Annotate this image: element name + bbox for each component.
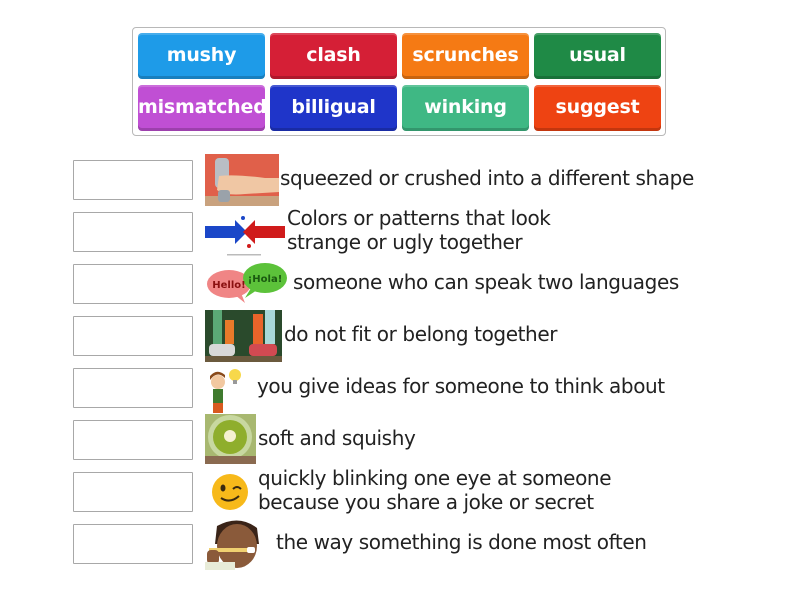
svg-text:Hello!: Hello!: [212, 280, 245, 291]
definition-text: someone who can speak two languages: [293, 270, 679, 294]
answer-drop-box[interactable]: [73, 316, 193, 356]
word-tile-mismatched[interactable]: mismatched: [138, 85, 265, 131]
winking-emoji-image: [209, 472, 251, 512]
answer-drop-box[interactable]: [73, 472, 193, 512]
mismatched-socks-image: [205, 310, 282, 362]
definition-line: because you share a joke or secret: [258, 490, 594, 514]
definition-text: do not fit or belong together: [284, 322, 557, 346]
answer-drop-box[interactable]: [73, 160, 193, 200]
definition-text: soft and squishy: [258, 426, 416, 450]
definition-line: the way something is done most often: [276, 530, 647, 554]
definition-line: quickly blinking one eye at someone: [258, 466, 612, 490]
colliding-color-arrows-image: [205, 206, 285, 258]
child-brushing-teeth-image: [205, 518, 273, 570]
answer-drop-box[interactable]: [73, 420, 193, 460]
definition-text: squeezed or crushed into a different sha…: [280, 166, 694, 190]
answer-drop-box[interactable]: [73, 524, 193, 564]
definition-text: you give ideas for someone to think abou…: [257, 374, 665, 398]
definition-line: Colors or patterns that look: [287, 206, 551, 230]
word-tile-mushy[interactable]: mushy: [138, 33, 265, 79]
definition-text: the way something is done most often: [276, 530, 647, 554]
definition-line: do not fit or belong together: [284, 322, 558, 346]
definition-line: squeezed or crushed into a different sha…: [280, 166, 694, 190]
svg-text:¡Hola!: ¡Hola!: [248, 274, 283, 285]
word-tile-billigual[interactable]: billigual: [270, 85, 397, 131]
answer-drop-box[interactable]: [73, 212, 193, 252]
definition-line: you give ideas for someone to think abou…: [257, 374, 665, 398]
definition-text: Colors or patterns that look strange or …: [287, 206, 551, 254]
definition-text: quickly blinking one eye at someone beca…: [258, 466, 612, 514]
definition-line: soft and squishy: [258, 426, 416, 450]
answer-drop-box[interactable]: [73, 264, 193, 304]
mashed-food-bowl-image: [205, 414, 256, 464]
word-tile-winking[interactable]: winking: [402, 85, 529, 131]
word-tile-suggest[interactable]: suggest: [534, 85, 661, 131]
definition-line: someone who can speak two languages: [293, 270, 679, 294]
word-tile-usual[interactable]: usual: [534, 33, 661, 79]
hand-squeezing-can-image: [205, 154, 279, 206]
word-tile-scrunches[interactable]: scrunches: [402, 33, 529, 79]
word-tile-clash[interactable]: clash: [270, 33, 397, 79]
answer-drop-box[interactable]: [73, 368, 193, 408]
definition-line: strange or ugly together: [287, 230, 523, 254]
girl-with-lightbulb-image: [205, 366, 251, 414]
hello-speech-bubbles-image: Hello! ¡Hola!: [205, 262, 287, 304]
